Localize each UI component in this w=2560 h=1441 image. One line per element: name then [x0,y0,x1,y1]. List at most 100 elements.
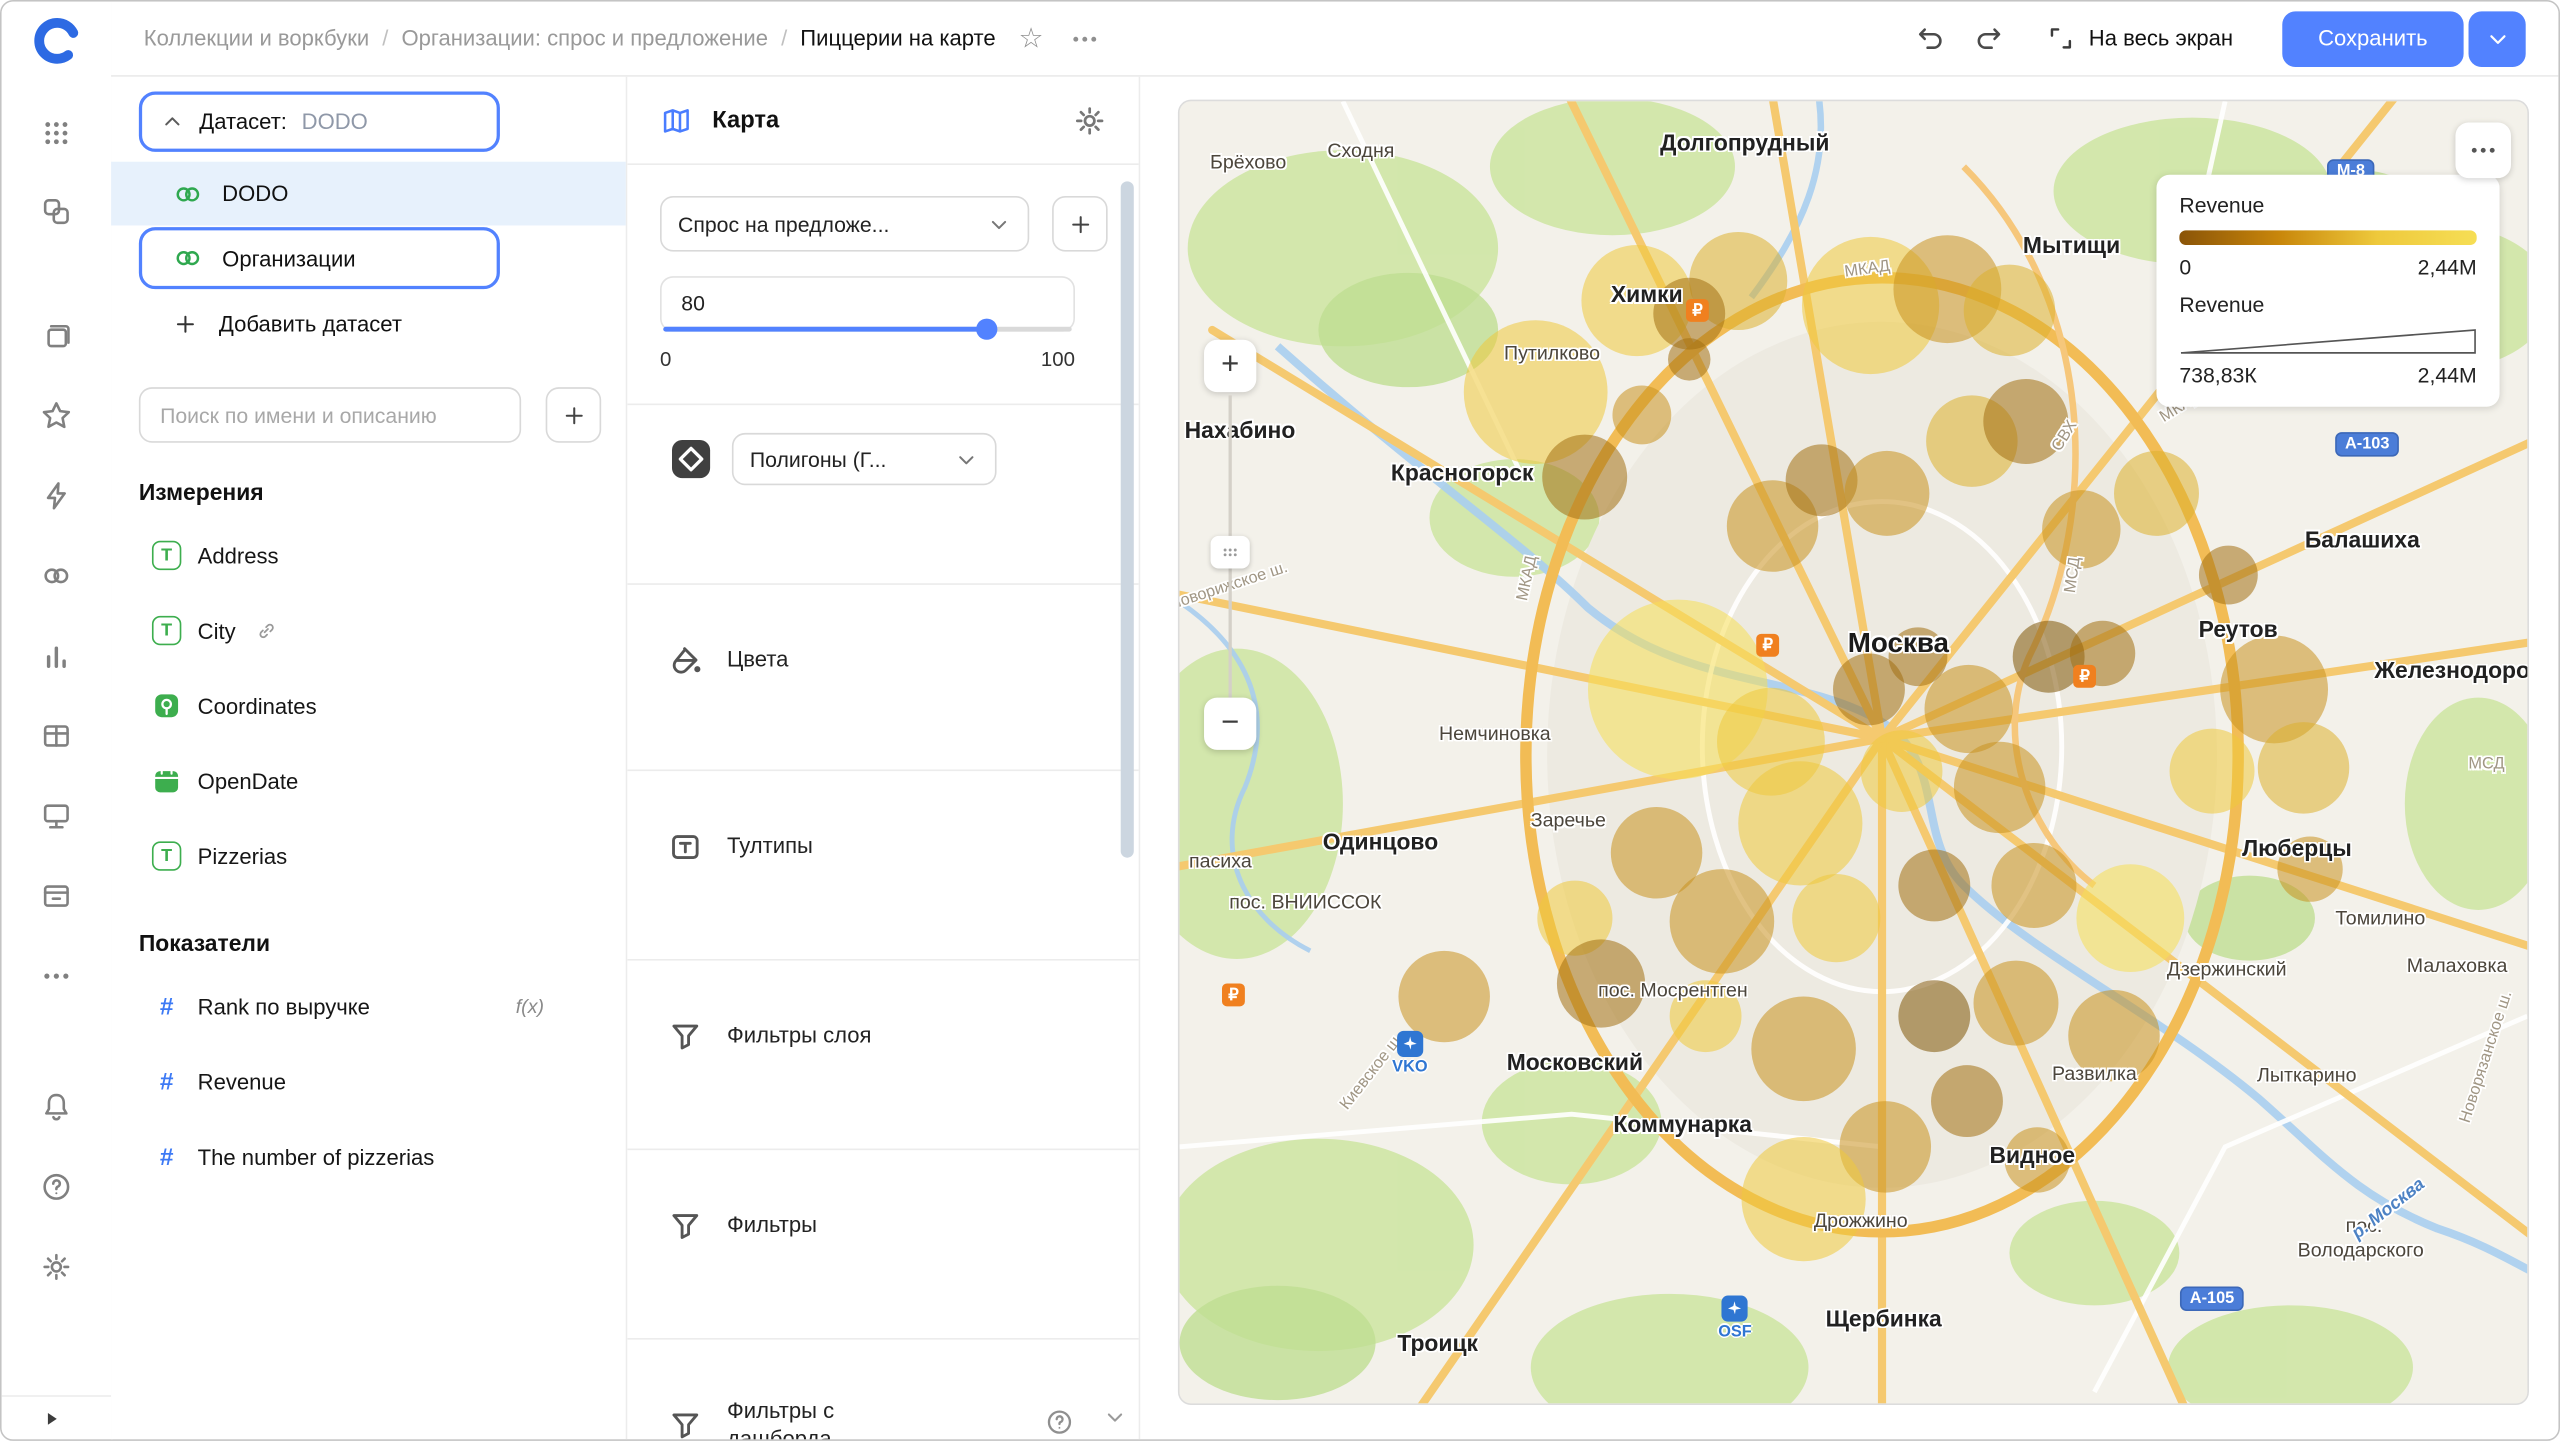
revenue-bubble[interactable] [2070,621,2135,686]
dimension-item[interactable]: Coordinates [111,668,626,743]
breadcrumb-item[interactable]: Коллекции и воркбуки [144,26,369,51]
revenue-bubble[interactable] [2042,490,2120,568]
datalens-logo-icon[interactable] [30,15,82,67]
dimension-item[interactable]: TCity [111,593,626,668]
opacity-slider-handle[interactable] [975,319,996,340]
dimension-item[interactable]: TPizzerias [111,818,626,893]
scroll-down-icon[interactable] [1103,1405,1128,1430]
shelf-section[interactable]: Фильтры [627,1148,1138,1338]
shelf-section[interactable]: Фильтры с дашборда [627,1338,1138,1441]
revenue-bubble[interactable] [1964,265,2055,356]
zoom-in-button[interactable]: + [1204,340,1256,392]
revenue-bubble[interactable] [2068,990,2159,1081]
revenue-bubble[interactable] [1983,379,2068,464]
dataset-name: DODO [222,181,288,206]
revenue-bubble[interactable] [1557,939,1645,1027]
revenue-bubble[interactable] [1668,338,1710,380]
help-icon[interactable] [27,1157,86,1216]
breadcrumb-item[interactable]: Пиццерии на карте [800,26,995,51]
measure-item[interactable]: #The number of pizzerias [111,1119,626,1194]
favorites-icon[interactable] [27,386,86,445]
revenue-bubble[interactable] [1844,451,1929,536]
revenue-bubble[interactable] [2277,836,2342,901]
layer-select[interactable]: Спрос на предложе... [660,196,1029,252]
revenue-bubble[interactable] [2170,729,2255,814]
breadcrumb-item[interactable]: Организации: спрос и предложение [401,26,768,51]
map-more-button[interactable] [2455,123,2511,179]
tables-icon[interactable] [27,706,86,765]
help-circle-icon[interactable] [1046,1408,1074,1441]
revenue-bubble[interactable] [1931,1065,2003,1137]
revenue-bubble[interactable] [2199,546,2258,605]
revenue-bubble[interactable] [2076,864,2184,972]
add-dataset-button[interactable]: Добавить датасет [111,292,626,354]
fullscreen-button[interactable]: На весь экран [2046,25,2233,53]
dataset-item[interactable]: DODO [111,162,626,226]
field-name: City [198,618,236,643]
revenue-bubble[interactable] [1751,997,1856,1102]
shelf-section[interactable]: Цвета [627,583,1138,769]
notifications-icon[interactable] [27,1077,86,1136]
settings-icon[interactable] [27,1237,86,1296]
revenue-bubble[interactable] [1742,1137,1866,1261]
plus-icon [561,403,586,428]
field-search-input[interactable] [139,387,521,443]
dataset-selector[interactable]: Датасет: DODO [139,91,500,151]
dimension-item[interactable]: TAddress [111,518,626,593]
shelf-section-row: Тултипы [627,771,1138,864]
revenue-bubble[interactable] [1974,961,2059,1046]
gear-icon[interactable] [1073,104,1106,137]
ellipsis-icon [2469,136,2498,165]
geotype-select[interactable]: Полигоны (Г... [732,433,997,485]
dataset-item[interactable]: Организации [139,227,500,289]
revenue-bubble[interactable] [1542,435,1627,520]
revenue-bubble[interactable] [1670,869,1775,974]
quick-actions-icon[interactable] [27,466,86,525]
collapse-rail-button[interactable] [2,1398,111,1437]
revenue-bubble[interactable] [1898,980,1970,1052]
revenue-bubble[interactable] [1954,742,2045,833]
measure-item[interactable]: #Revenue [111,1044,626,1119]
apps-menu-icon[interactable] [27,103,86,162]
revenue-bubble[interactable] [1398,951,1489,1042]
geolayer-type-icon[interactable] [668,436,714,482]
rail-divider [2,1395,111,1397]
opacity-slider[interactable] [663,327,1071,332]
shelf-section-row: Цвета [627,585,1138,678]
revenue-bubble[interactable] [1792,874,1880,962]
revenue-bubble[interactable] [1991,843,2076,928]
dashboards-icon[interactable] [27,786,86,845]
connections-icon[interactable] [27,546,86,605]
layer-opacity-control[interactable]: 80 [660,276,1075,332]
revenue-bubble[interactable] [1738,761,1862,885]
revenue-bubble[interactable] [1670,980,1742,1052]
more-icon[interactable] [27,946,86,1005]
revenue-bubble[interactable] [2005,1127,2070,1192]
measure-item[interactable]: #Rank по выручкеf(x) [111,969,626,1044]
workbooks-icon[interactable] [27,306,86,365]
revenue-bubble[interactable] [2258,722,2349,813]
add-layer-button[interactable] [1052,196,1108,252]
shelf-section[interactable]: Фильтры слоя [627,959,1138,1149]
favorite-star-icon[interactable]: ☆ [1019,25,1044,53]
plus-icon [173,311,198,336]
widgets-icon[interactable] [27,181,86,240]
revenue-bubble[interactable] [1861,730,1943,812]
revenue-bubble[interactable] [1924,665,2012,753]
save-button[interactable]: Сохранить [2282,11,2463,67]
save-options-button[interactable] [2469,11,2526,67]
charts-icon[interactable] [27,626,86,685]
shelf-section[interactable]: Тултипы [627,769,1138,959]
storage-icon[interactable] [27,866,86,925]
undo-icon[interactable] [1914,23,1945,54]
revenue-bubble[interactable] [2114,451,2199,536]
revenue-bubble[interactable] [1898,850,1970,922]
revenue-bubble[interactable] [1612,386,1671,445]
add-field-button[interactable] [546,387,602,443]
redo-icon[interactable] [1973,23,2004,54]
dimension-item[interactable]: OpenDate [111,743,626,818]
breadcrumb-more-icon[interactable] [1070,24,1099,53]
panel-scrollbar[interactable] [1121,181,1134,857]
zoom-out-button[interactable]: − [1204,698,1256,750]
zoom-handle[interactable] [1211,536,1250,569]
